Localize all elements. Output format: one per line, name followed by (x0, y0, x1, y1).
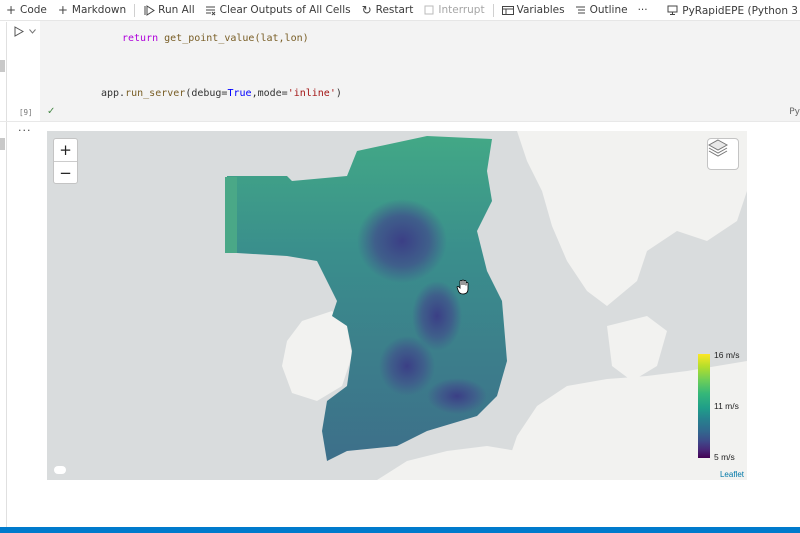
legend-min-label: 5 m/s (714, 452, 735, 462)
stop-icon (423, 4, 435, 16)
clear-outputs-button[interactable]: Clear Outputs of All Cells (200, 0, 356, 21)
kernel-icon (667, 5, 678, 16)
interrupt-button[interactable]: Interrupt (418, 0, 489, 21)
notebook-toolbar: + Code + Markdown Run All Clear Outputs … (0, 0, 800, 21)
more-actions-label: ··· (637, 4, 648, 16)
run-cell-icon[interactable] (12, 24, 26, 38)
minimap-toggle[interactable] (54, 466, 66, 474)
map-canvas (225, 131, 747, 480)
output-menu-button[interactable]: ··· (18, 124, 32, 137)
highland-south-england (427, 378, 487, 414)
clear-all-icon (205, 4, 217, 16)
legend-max-label: 16 m/s (714, 350, 740, 360)
clear-outputs-label: Clear Outputs of All Cells (219, 4, 351, 16)
code-line: app.run_server(debug=True,mode='inline') (101, 88, 342, 99)
gutter-marker (0, 60, 5, 72)
code-text: (debug= (185, 88, 228, 99)
more-actions-button[interactable]: ··· (633, 0, 653, 21)
code-text: ,mode= (251, 88, 288, 99)
code-line: return get_point_value(lat,lon) (122, 33, 309, 44)
wind-overlay-edge (225, 177, 237, 253)
code-constant: True (227, 88, 252, 99)
cell-divider (0, 121, 800, 122)
toolbar-divider (134, 3, 136, 17)
execution-count: [9] (19, 108, 33, 117)
code-keyword: return (122, 33, 159, 44)
layers-control-button[interactable] (707, 138, 739, 170)
outline-icon (575, 4, 587, 16)
plus-icon: + (57, 3, 68, 17)
land-continent (502, 361, 747, 480)
plus-icon: + (5, 3, 17, 17)
variables-label: Variables (516, 4, 565, 16)
chevron-down-icon[interactable] (27, 24, 37, 38)
land-france (377, 446, 517, 480)
kernel-picker[interactable]: PyRapidEPE (Python 3 (667, 0, 800, 21)
zoom-out-button[interactable]: − (54, 161, 77, 183)
status-bar (0, 527, 800, 533)
restart-icon: ↻ (361, 3, 372, 17)
code-text: ) (335, 88, 342, 99)
code-function: run_server (125, 88, 186, 99)
zoom-in-button[interactable]: + (54, 139, 77, 161)
gutter-marker (0, 138, 5, 150)
highland-wales (379, 336, 435, 396)
gutter-line (6, 22, 7, 527)
run-all-button[interactable]: Run All (138, 0, 200, 21)
add-markdown-button[interactable]: + Markdown (52, 0, 131, 21)
highland-scotland (357, 199, 447, 283)
land-ireland (282, 311, 352, 401)
outline-button[interactable]: Outline (570, 0, 633, 21)
restart-label: Restart (375, 4, 414, 16)
code-text: app. (101, 88, 126, 99)
code-cell[interactable]: return get_point_value(lat,lon) app.run_… (40, 21, 800, 121)
interrupt-label: Interrupt (438, 4, 485, 16)
land-denmark (607, 316, 667, 381)
run-all-label: Run All (158, 4, 195, 16)
kernel-label: PyRapidEPE (Python 3 (682, 4, 798, 17)
legend-mid-label: 11 m/s (714, 401, 739, 411)
add-markdown-label: Markdown (71, 4, 127, 16)
code-string: 'inline' (287, 88, 336, 99)
check-icon: ✓ (47, 106, 56, 117)
add-code-button[interactable]: + Code (0, 0, 52, 21)
restart-button[interactable]: ↻ Restart (356, 0, 419, 21)
add-code-label: Code (20, 4, 47, 16)
run-all-icon (143, 4, 155, 16)
layers-icon (708, 139, 728, 157)
cell-language[interactable]: Py (789, 107, 800, 117)
code-text: get_point_value(lat,lon) (158, 33, 309, 44)
zoom-control: + − (53, 138, 78, 184)
hand-cursor-icon (456, 279, 470, 298)
toolbar-divider (492, 3, 494, 17)
leaflet-attribution-link[interactable]: Leaflet (720, 470, 744, 479)
leaflet-map[interactable]: + − 16 m/s 11 m/s 5 m/s Leaflet (47, 131, 747, 480)
variables-icon (501, 4, 514, 16)
outline-label: Outline (589, 4, 628, 16)
variables-button[interactable]: Variables (497, 0, 570, 21)
colorbar-legend (698, 354, 710, 458)
